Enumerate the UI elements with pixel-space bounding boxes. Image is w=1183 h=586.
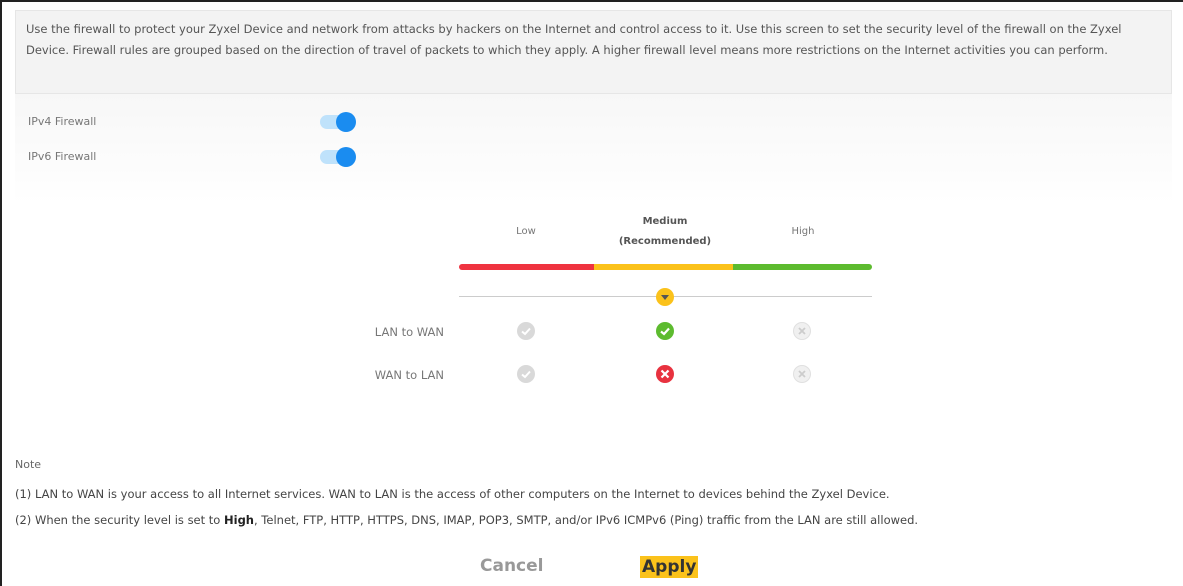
ipv6-firewall-toggle[interactable] [320,147,356,167]
wan-to-lan-low-allow-icon [517,365,535,383]
lan-to-wan-low-allow-icon [517,322,535,340]
level-medium-label[interactable]: Medium (Recommended) [605,212,725,252]
note-line-2-bold: High [224,513,254,527]
note-title: Note [15,458,42,471]
ipv4-firewall-label: IPv4 Firewall [28,115,97,128]
wan-to-lan-medium-block-icon [656,365,674,383]
cancel-button[interactable]: Cancel [478,556,545,576]
note-line-1: (1) LAN to WAN is your access to all Int… [15,487,890,501]
note-line-2: (2) When the security level is set to Hi… [15,513,918,527]
ipv6-firewall-label: IPv6 Firewall [28,150,97,163]
note-line-2-prefix: (2) When the security level is set to [15,513,224,527]
level-bar-low[interactable] [459,264,594,270]
toggle-knob [336,112,356,132]
level-medium-subtitle: (Recommended) [618,236,712,247]
lan-to-wan-high-block-icon [793,322,811,340]
level-slider-handle[interactable] [656,288,674,306]
toggle-knob [336,147,356,167]
apply-button[interactable]: Apply [640,556,699,578]
level-low-label[interactable]: Low [466,226,586,237]
wan-to-lan-label: WAN to LAN [374,368,444,382]
level-high-label[interactable]: High [743,226,863,237]
description-text: Use the firewall to protect your Zyxel D… [26,22,1122,57]
level-medium-title: Medium [642,216,688,227]
settings-background [15,94,1172,204]
lan-to-wan-medium-allow-icon [656,322,674,340]
note-line-2-suffix: , Telnet, FTP, HTTP, HTTPS, DNS, IMAP, P… [254,513,919,527]
level-bar-high[interactable] [733,264,872,270]
lan-to-wan-label: LAN to WAN [374,325,444,339]
description-box: Use the firewall to protect your Zyxel D… [15,10,1172,94]
wan-to-lan-high-block-icon [793,365,811,383]
ipv4-firewall-toggle[interactable] [320,112,356,132]
level-bar-medium[interactable] [594,264,733,270]
